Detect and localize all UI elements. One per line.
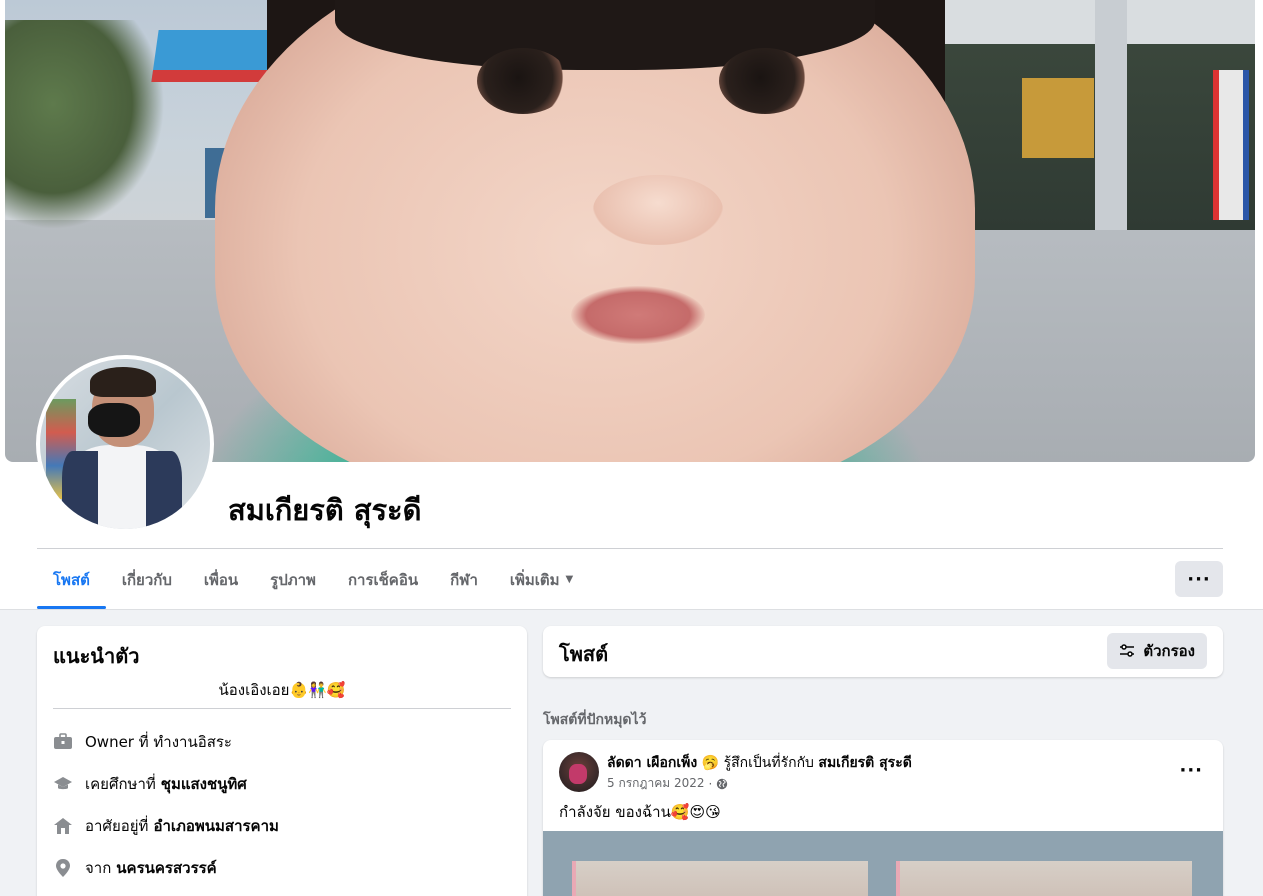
- intro-from: จาก นครนครสวรรค์: [53, 856, 217, 880]
- school-link[interactable]: ชุมแสงชนูทิศ: [161, 772, 247, 796]
- intro-bio: น้องเอิงเอย👶👫🥰: [218, 681, 346, 699]
- current-city-link[interactable]: อำเภอพนมสารคาม: [153, 814, 278, 838]
- graduation-cap-icon: [53, 774, 73, 794]
- header-divider: [37, 548, 1223, 549]
- intro-work: Owner ที่ ทำงานอิสระ: [53, 730, 232, 754]
- post-tagged-user[interactable]: สมเกียรติ สุระดี: [818, 755, 911, 771]
- filter-button[interactable]: ตัวกรอง: [1107, 633, 1207, 669]
- meta-dot: ·: [708, 776, 713, 791]
- filter-icon: [1120, 644, 1135, 657]
- post-photos[interactable]: [543, 831, 1223, 896]
- profile-avatar[interactable]: [36, 355, 214, 533]
- tab-posts[interactable]: โพสต์: [37, 550, 106, 609]
- post-more-button[interactable]: ···: [1179, 760, 1203, 781]
- intro-education: เคยศึกษาที่ ชุมแสงชนูทิศ: [53, 772, 247, 796]
- tab-about[interactable]: เกี่ยวกับ: [106, 550, 188, 609]
- profile-tabs: โพสต์ เกี่ยวกับ เพื่อน รูปภาพ การเช็คอิน…: [37, 550, 589, 609]
- post-text: กำลังจัย ของฉ้าน🥰😍😘: [559, 803, 721, 821]
- post-header: ลัดดา เผือกเพ็ง 🥱 รู้สึกเป็นที่รักกับ สม…: [607, 752, 912, 774]
- post-date[interactable]: 5 กรกฎาคม 2022: [607, 774, 705, 793]
- post-author-avatar[interactable]: [559, 752, 599, 792]
- globe-icon: [717, 778, 728, 789]
- tab-checkins[interactable]: การเช็คอิน: [332, 550, 434, 609]
- caret-down-icon: ▼: [565, 574, 574, 585]
- profile-more-button[interactable]: ···: [1175, 561, 1223, 597]
- home-icon: [53, 816, 73, 836]
- pinned-posts-label: โพสต์ที่ปักหมุดไว้: [543, 712, 647, 728]
- location-pin-icon: [53, 858, 73, 878]
- post-photo[interactable]: [572, 861, 868, 896]
- intro-title: แนะนำตัว: [53, 644, 140, 668]
- tab-more[interactable]: เพิ่มเติม ▼: [494, 550, 589, 609]
- briefcase-icon: [53, 732, 73, 752]
- post-photo[interactable]: [896, 861, 1192, 896]
- intro-card: แนะนำตัว น้องเอิงเอย👶👫🥰 Owner ที่ ทำงานอ…: [37, 626, 527, 896]
- posts-header-card: โพสต์ ตัวกรอง: [543, 626, 1223, 677]
- bio-divider: [53, 708, 511, 709]
- tab-sports[interactable]: กีฬา: [434, 550, 494, 609]
- posts-title: โพสต์: [559, 642, 609, 666]
- intro-lives-in: อาศัยอยู่ที่ อำเภอพนมสารคาม: [53, 814, 279, 838]
- pinned-post: ลัดดา เผือกเพ็ง 🥱 รู้สึกเป็นที่รักกับ สม…: [543, 740, 1223, 896]
- post-author-name[interactable]: ลัดดา เผือกเพ็ง: [607, 755, 697, 771]
- post-feeling: 🥱 รู้สึกเป็นที่รักกับ: [701, 755, 814, 771]
- hometown-link[interactable]: นครนครสวรรค์: [116, 856, 216, 880]
- tab-photos[interactable]: รูปภาพ: [254, 550, 332, 609]
- tab-friends[interactable]: เพื่อน: [188, 550, 254, 609]
- post-meta: 5 กรกฎาคม 2022 ·: [607, 774, 728, 793]
- profile-name: สมเกียรติ สุระดี: [228, 493, 422, 527]
